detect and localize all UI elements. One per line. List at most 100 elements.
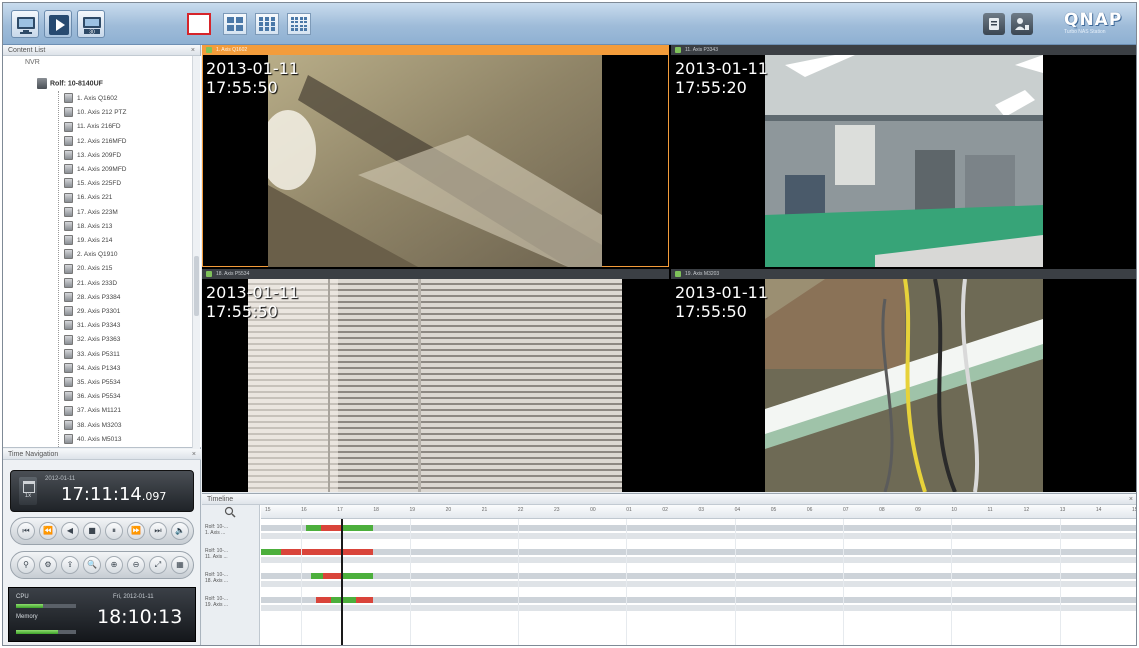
location-pin-button[interactable]: ⚲ <box>17 556 35 574</box>
grid-button[interactable]: ▦ <box>171 556 189 574</box>
camera-list-item[interactable]: 20. Axis 215 <box>58 262 112 276</box>
recording-segment[interactable] <box>341 525 373 531</box>
timeline-tick-label: 06 <box>806 507 813 513</box>
layout-4x4-button[interactable] <box>287 13 311 35</box>
search-button[interactable]: 🔍 <box>83 556 101 574</box>
timeline-title-text: Timeline <box>207 496 234 503</box>
volume-button[interactable]: 🔈 <box>171 522 189 540</box>
timeline-track[interactable] <box>261 597 1136 603</box>
calendar-button[interactable]: 1x <box>19 477 37 505</box>
camera-list-item[interactable]: 37. Axis M1121 <box>58 404 121 418</box>
recording-segment[interactable] <box>311 573 323 579</box>
camera-list-item[interactable]: 38. Axis M3203 <box>58 419 121 433</box>
camera-list-item[interactable]: 14. Axis 209MFD <box>58 163 127 177</box>
camera-list-item[interactable]: 12. Axis 216MFD <box>58 135 127 149</box>
video-cell-3[interactable]: 18. Axis P5534 2013-01-11 17:55:50 <box>202 269 669 492</box>
info-button[interactable] <box>983 13 1005 35</box>
timeline-track[interactable] <box>261 549 1136 555</box>
playback-controls: ⏮ ⏪ ◀ ■ ⏸ ⏩ ⏭ 🔈 <box>10 517 194 545</box>
camera-list-item[interactable]: 34. Axis P1343 <box>58 362 120 376</box>
camera-list-item[interactable]: 10. Axis 212 PTZ <box>58 106 127 120</box>
camera-icon <box>64 292 73 303</box>
top-toolbar: 30 QNAP Turbo NAS Station <box>3 3 1136 45</box>
scrollbar-thumb[interactable] <box>194 256 199 316</box>
camera-list-item-label: 34. Axis P1343 <box>77 364 121 372</box>
recording-segment[interactable] <box>261 549 281 555</box>
camera-tree-scrollbar[interactable] <box>192 56 200 448</box>
recording-segment[interactable] <box>321 549 373 555</box>
location-pin-icon: ⚲ <box>23 560 29 569</box>
camera-list-item[interactable]: 2. Axis Q1910 <box>58 248 117 262</box>
layout-3x3-button[interactable] <box>255 13 279 35</box>
camera-list-item[interactable]: 17. Axis 223M <box>58 206 118 220</box>
camera-list-item[interactable]: 18. Axis 213 <box>58 220 112 234</box>
playback-mode-button[interactable] <box>44 10 72 38</box>
last-frame-button[interactable]: ⏭ <box>149 522 167 540</box>
camera-list-item-label: 13. Axis 209FD <box>77 151 122 159</box>
camera-list-item[interactable]: 19. Axis 214 <box>58 234 112 248</box>
nvr-node-label: Rolf: 10-8140UF <box>50 80 103 88</box>
camera-list-item[interactable]: 28. Axis P3384 <box>58 291 120 305</box>
timeline-playhead[interactable] <box>341 519 343 645</box>
camera-list-item[interactable]: 35. Axis P5534 <box>58 376 120 390</box>
timeline-zoom-icon[interactable] <box>224 506 236 518</box>
camera-list-item[interactable]: 16. Axis 221 <box>58 191 112 205</box>
camera-list-item[interactable]: 1. Axis Q1602 <box>58 92 117 106</box>
user-settings-icon <box>1015 18 1029 30</box>
camera-list-item[interactable]: 33. Axis P5311 <box>58 348 120 362</box>
conversion-icon: 30 <box>83 17 101 35</box>
zoom-out-button[interactable]: ⊖ <box>127 556 145 574</box>
stop-button[interactable]: ■ <box>83 522 101 540</box>
camera-list-item[interactable]: 41. Axis M1031 <box>58 447 121 448</box>
video-cell-4-image <box>765 279 1043 492</box>
timeline-track[interactable] <box>261 525 1136 531</box>
rewind-button[interactable]: ⏪ <box>39 522 57 540</box>
tree-root-nvr[interactable]: NVR <box>25 59 40 66</box>
camera-list-item[interactable]: 32. Axis P3363 <box>58 333 120 347</box>
tree-nvr-node[interactable]: Rolf: 10-8140UF <box>37 78 103 89</box>
timeline-gridline <box>517 519 519 645</box>
time-navigation-close-icon[interactable]: × <box>192 449 196 460</box>
video-cell-2[interactable]: 11. Axis P3343 2013-01-11 17:55:20 <box>671 45 1136 267</box>
recording-segment[interactable] <box>331 597 356 603</box>
step-back-icon: ◀ <box>66 526 74 535</box>
timeline-panel: Timeline × 15 16 17 18 19 20 21 22 23 00 01 02 03 04 0… <box>202 493 1136 645</box>
export-button[interactable]: ⇪ <box>61 556 79 574</box>
camera-list-item[interactable]: 11. Axis 216FD <box>58 120 121 134</box>
recording-segment[interactable] <box>323 573 341 579</box>
timeline-scale[interactable]: 15 16 17 18 19 20 21 22 23 00 01 02 03 04 05 06 07 08 09 10… <box>261 505 1136 519</box>
camera-list-item[interactable]: 40. Axis M5013 <box>58 433 121 447</box>
recording-segment[interactable] <box>316 597 331 603</box>
layout-1x1-button[interactable] <box>187 13 211 35</box>
camera-list-item[interactable]: 21. Axis 233D <box>58 277 117 291</box>
timeline-gridline <box>734 519 736 645</box>
timeline-close-icon[interactable]: × <box>1129 494 1133 505</box>
fit-button[interactable]: ⤢ <box>149 556 167 574</box>
recording-segment[interactable] <box>306 525 321 531</box>
camera-list-item[interactable]: 31. Axis P3343 <box>58 319 120 333</box>
step-back-button[interactable]: ◀ <box>61 522 79 540</box>
layout-2x2-button[interactable] <box>223 13 247 35</box>
camera-list-item[interactable]: 29. Axis P3301 <box>58 305 120 319</box>
zoom-in-button[interactable]: ⊕ <box>105 556 123 574</box>
video-cell-1[interactable]: 1. Axis Q1602 2013-01-11 17:55:50 <box>202 45 669 267</box>
location-settings-button[interactable]: ⚙ <box>39 556 57 574</box>
monitor-mode-button[interactable] <box>11 10 39 38</box>
video-cell-4[interactable]: 19. Axis M3203 2013-01-11 17:55:50 <box>671 269 1136 492</box>
camera-list-item[interactable]: 15. Axis 225FD <box>58 177 121 191</box>
recording-segment[interactable] <box>321 525 341 531</box>
camera-list-item[interactable]: 13. Axis 209FD <box>58 149 121 163</box>
timeline-track[interactable] <box>261 573 1136 579</box>
content-list-close-icon[interactable]: × <box>191 45 195 56</box>
conversion-mode-button[interactable]: 30 <box>77 10 105 38</box>
camera-icon <box>64 150 73 161</box>
timeline-gridline <box>1059 519 1061 645</box>
first-frame-button[interactable]: ⏮ <box>17 522 35 540</box>
video-cell-3-titlebar: 18. Axis P5534 <box>202 269 669 279</box>
fast-forward-button[interactable]: ⏩ <box>127 522 145 540</box>
recording-segment[interactable] <box>356 597 373 603</box>
camera-list-item[interactable]: 36. Axis P5534 <box>58 390 120 404</box>
recording-segment[interactable] <box>341 573 373 579</box>
user-settings-button[interactable] <box>1011 13 1033 35</box>
pause-button[interactable]: ⏸ <box>105 522 123 540</box>
